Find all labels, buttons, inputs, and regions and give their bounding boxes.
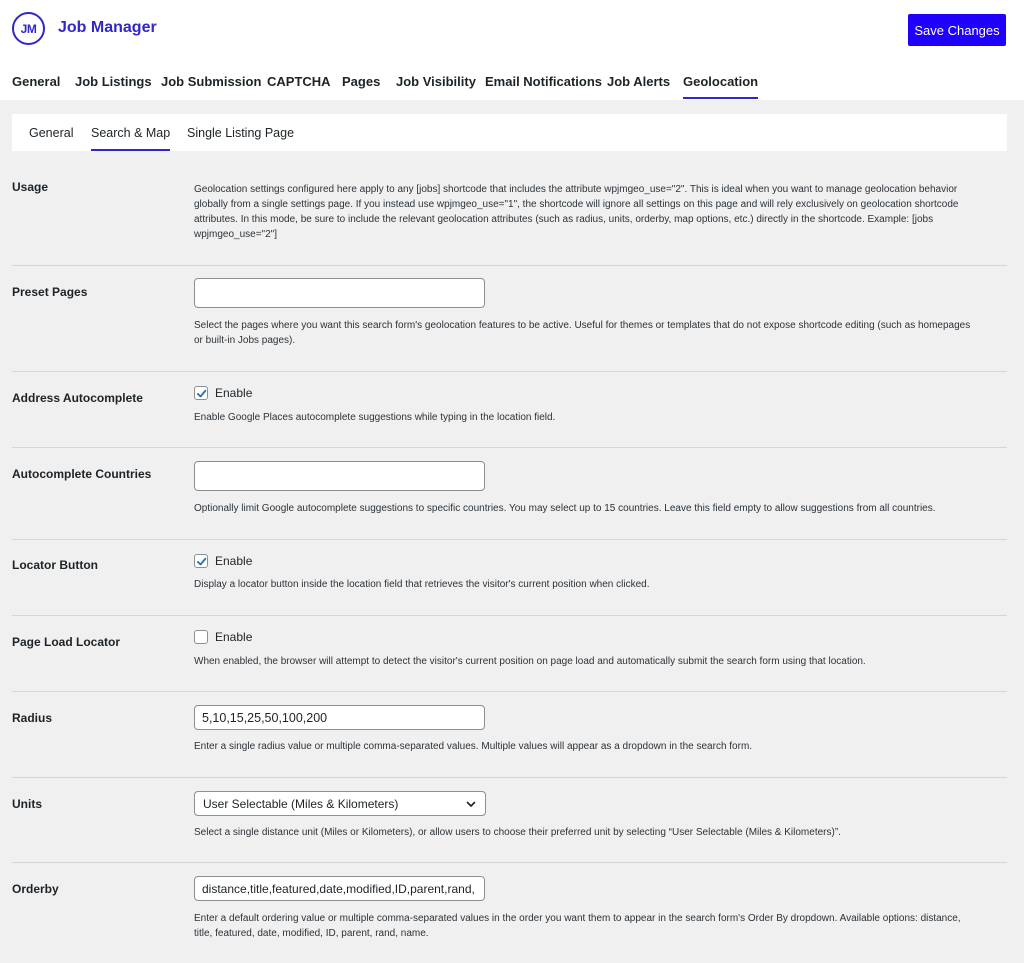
units-select[interactable]: User Selectable (Miles & Kilometers) <box>194 791 486 816</box>
divider <box>12 615 1007 616</box>
page-load-locator-enable-label: Enable <box>215 630 253 644</box>
address-autocomplete-toggle[interactable]: Enable <box>194 386 252 400</box>
tab-job-submission[interactable]: Job Submission <box>161 74 261 100</box>
chevron-down-icon <box>466 801 476 807</box>
page-load-locator-toggle[interactable]: Enable <box>194 630 252 644</box>
tab-email-notifications[interactable]: Email Notifications <box>485 74 602 100</box>
divider <box>12 691 1007 692</box>
preset-pages-input[interactable] <box>194 278 485 308</box>
units-selected-value: User Selectable (Miles & Kilometers) <box>203 796 399 811</box>
divider <box>12 447 1007 448</box>
page-load-locator-checkbox[interactable] <box>194 630 208 644</box>
subtab-general[interactable]: General <box>29 126 73 151</box>
locator-button-enable-label: Enable <box>215 554 253 568</box>
top-bar: JM Job Manager Save Changes General Job … <box>0 0 1024 100</box>
checkmark-icon <box>196 389 206 397</box>
locator-button-checkbox[interactable] <box>194 554 208 568</box>
tab-job-visibility[interactable]: Job Visibility <box>396 74 476 100</box>
radius-input[interactable] <box>194 705 485 730</box>
save-changes-button[interactable]: Save Changes <box>908 14 1006 46</box>
autocomplete-countries-description: Optionally limit Google autocomplete sug… <box>194 503 936 514</box>
tab-general[interactable]: General <box>12 74 60 100</box>
job-manager-logo-icon: JM <box>12 12 45 45</box>
main-tabs: General Job Listings Job Submission CAPT… <box>0 74 1024 100</box>
tab-job-alerts[interactable]: Job Alerts <box>607 74 670 100</box>
checkmark-icon <box>196 557 206 565</box>
usage-description: Geolocation settings configured here app… <box>194 184 959 240</box>
locator-button-description: Display a locator button inside the loca… <box>194 579 650 590</box>
locator-button-label: Locator Button <box>12 558 98 572</box>
usage-label: Usage <box>12 180 49 194</box>
divider <box>12 777 1007 778</box>
tab-pages[interactable]: Pages <box>342 74 380 100</box>
radius-description: Enter a single radius value or multiple … <box>194 741 753 752</box>
tab-geolocation[interactable]: Geolocation <box>683 74 759 100</box>
units-label: Units <box>12 797 42 811</box>
subtab-single-listing-page[interactable]: Single Listing Page <box>187 126 294 151</box>
locator-button-toggle[interactable]: Enable <box>194 554 252 568</box>
address-autocomplete-description: Enable Google Places autocomplete sugges… <box>194 412 556 423</box>
logo-text: JM <box>20 21 37 36</box>
orderby-description: Enter a default ordering value or multip… <box>194 913 961 939</box>
autocomplete-countries-input[interactable] <box>194 461 485 491</box>
units-description: Select a single distance unit (Miles or … <box>194 827 841 838</box>
tab-job-listings[interactable]: Job Listings <box>75 74 152 100</box>
preset-pages-label: Preset Pages <box>12 285 88 299</box>
orderby-label: Orderby <box>12 882 59 896</box>
radius-label: Radius <box>12 711 53 725</box>
divider <box>12 371 1007 372</box>
subtab-search-and-map[interactable]: Search & Map <box>91 126 171 151</box>
page-load-locator-label: Page Load Locator <box>12 635 121 649</box>
autocomplete-countries-label: Autocomplete Countries <box>12 467 152 481</box>
orderby-input[interactable] <box>194 876 485 901</box>
divider <box>12 265 1007 266</box>
preset-pages-description: Select the pages where you want this sea… <box>194 320 971 346</box>
divider <box>12 539 1007 540</box>
address-autocomplete-label: Address Autocomplete <box>12 391 143 405</box>
page-load-locator-description: When enabled, the browser will attempt t… <box>194 656 866 667</box>
sub-tabs-panel: General Search & Map Single Listing Page <box>12 114 1007 151</box>
address-autocomplete-enable-label: Enable <box>215 386 253 400</box>
divider <box>12 862 1007 863</box>
tab-captcha[interactable]: CAPTCHA <box>267 74 331 100</box>
app-title: Job Manager <box>58 19 157 36</box>
address-autocomplete-checkbox[interactable] <box>194 386 208 400</box>
